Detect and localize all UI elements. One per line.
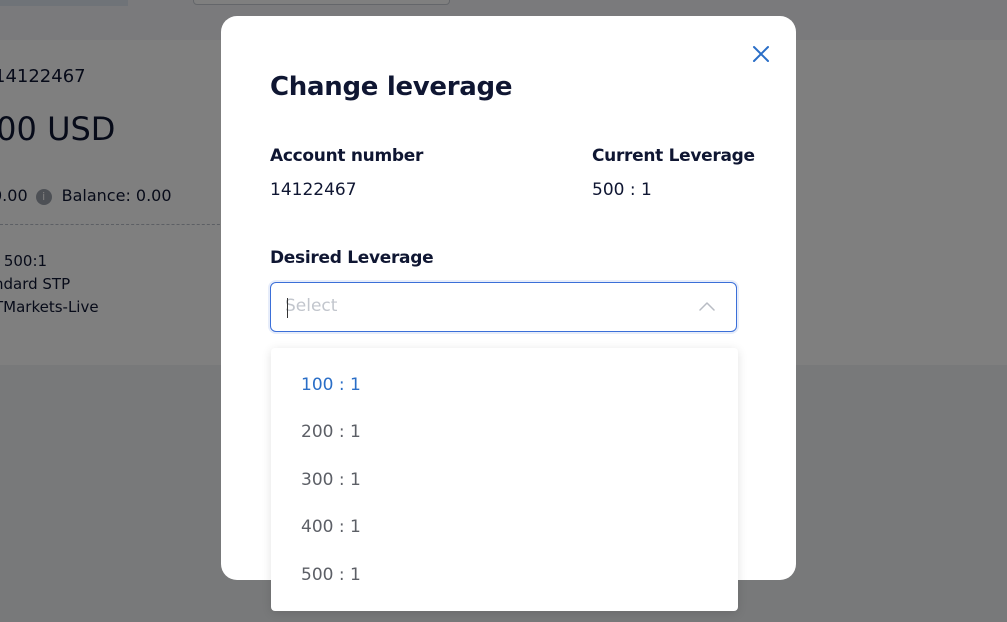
current-leverage-value: 500 : 1: [592, 180, 652, 200]
option-label: 100 : 1: [301, 375, 361, 395]
text-caret: [287, 298, 288, 318]
account-number-label: Account number: [270, 146, 424, 166]
option-label: 200 : 1: [301, 422, 361, 442]
account-number-value: 14122467: [270, 180, 357, 200]
close-button[interactable]: [751, 44, 771, 64]
leverage-option-300[interactable]: 300 : 1: [271, 458, 738, 502]
current-leverage-label: Current Leverage: [592, 146, 755, 166]
option-label: 500 : 1: [301, 565, 361, 585]
modal-title: Change leverage: [270, 72, 513, 102]
option-label: 300 : 1: [301, 470, 361, 490]
leverage-option-200[interactable]: 200 : 1: [271, 410, 738, 454]
leverage-dropdown: 100 : 1 200 : 1 300 : 1 400 : 1 500 : 1: [271, 348, 738, 611]
option-label: 400 : 1: [301, 517, 361, 537]
leverage-select-input[interactable]: [285, 295, 665, 317]
leverage-option-400[interactable]: 400 : 1: [271, 505, 738, 549]
leverage-option-100[interactable]: 100 : 1: [271, 363, 738, 407]
desired-leverage-select[interactable]: [270, 282, 737, 332]
chevron-up-icon[interactable]: [699, 301, 715, 311]
desired-leverage-label: Desired Leverage: [270, 248, 434, 268]
leverage-option-500[interactable]: 500 : 1: [271, 553, 738, 597]
close-icon: [753, 46, 769, 62]
